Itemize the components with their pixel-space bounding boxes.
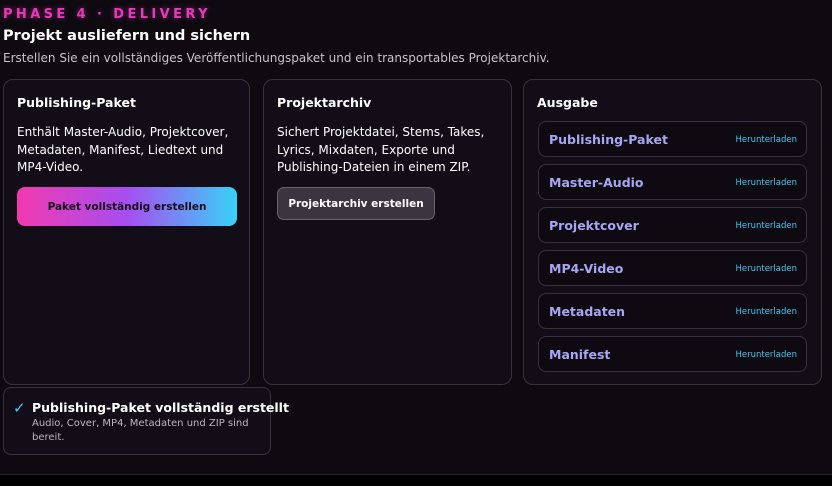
output-item-label: Publishing-Paket [549,132,668,147]
download-link[interactable]: Herunterladen [735,221,797,231]
checkmark-icon: ✓ [13,399,26,417]
publishing-package-description: Enthält Master-Audio, Projektcover, Meta… [17,125,229,174]
download-link[interactable]: Herunterladen [735,178,797,188]
output-title: Ausgabe [537,95,598,110]
download-link[interactable]: Herunterladen [735,135,797,145]
project-archive-card: Projektarchiv Sichert Projektdatei, Stem… [263,79,512,385]
phase-label: PHASE 4 · DELIVERY [3,7,211,22]
toast-title: Publishing-Paket vollständig erstellt [32,400,289,415]
output-item-publishing-package: Publishing-Paket Herunterladen [538,121,807,157]
output-item-mp4-video: MP4-Video Herunterladen [538,250,807,286]
project-archive-description: Sichert Projektdatei, Stems, Takes, Lyri… [277,125,485,174]
create-package-button[interactable]: Paket vollständig erstellen [17,187,237,226]
page-title: Projekt ausliefern und sichern [3,28,251,44]
create-archive-button[interactable]: Projektarchiv erstellen [277,187,435,220]
output-item-manifest: Manifest Herunterladen [538,336,807,372]
output-item-label: Metadaten [549,304,626,319]
project-archive-title: Projektarchiv [277,95,372,110]
bottom-bar [0,474,832,486]
download-link[interactable]: Herunterladen [735,264,797,274]
output-item-label: Manifest [549,347,611,362]
output-item-label: MP4-Video [549,261,624,276]
toast-message: Audio, Cover, MP4, Metadaten und ZIP sin… [32,418,249,443]
output-item-metadata: Metadaten Herunterladen [538,293,807,329]
download-link[interactable]: Herunterladen [735,307,797,317]
success-toast: ✓ Publishing-Paket vollständig erstellt … [3,387,289,455]
output-item-project-cover: Projektcover Herunterladen [538,207,807,243]
output-card: Ausgabe Publishing-Paket Herunterladen M… [523,79,822,385]
output-item-label: Master-Audio [549,175,644,190]
output-item-master-audio: Master-Audio Herunterladen [538,164,807,200]
publishing-package-title: Publishing-Paket [17,95,136,110]
download-link[interactable]: Herunterladen [735,350,797,360]
output-item-label: Projektcover [549,218,639,233]
publishing-package-card: Publishing-Paket Enthält Master-Audio, P… [3,79,250,385]
page-subtitle: Erstellen Sie ein vollständiges Veröffen… [3,51,550,65]
